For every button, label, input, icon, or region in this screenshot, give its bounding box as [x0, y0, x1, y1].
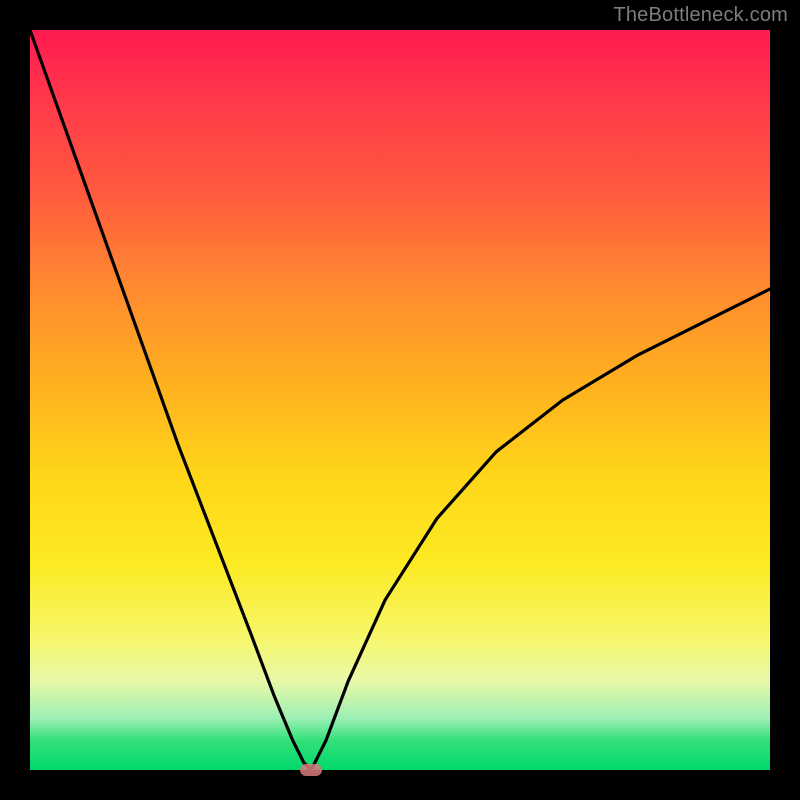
watermark-text: TheBottleneck.com — [613, 4, 788, 27]
optimal-marker — [300, 764, 322, 776]
curve-path — [30, 30, 770, 770]
plot-area — [30, 30, 770, 770]
chart-frame: TheBottleneck.com — [0, 0, 800, 800]
bottleneck-curve — [30, 30, 770, 770]
